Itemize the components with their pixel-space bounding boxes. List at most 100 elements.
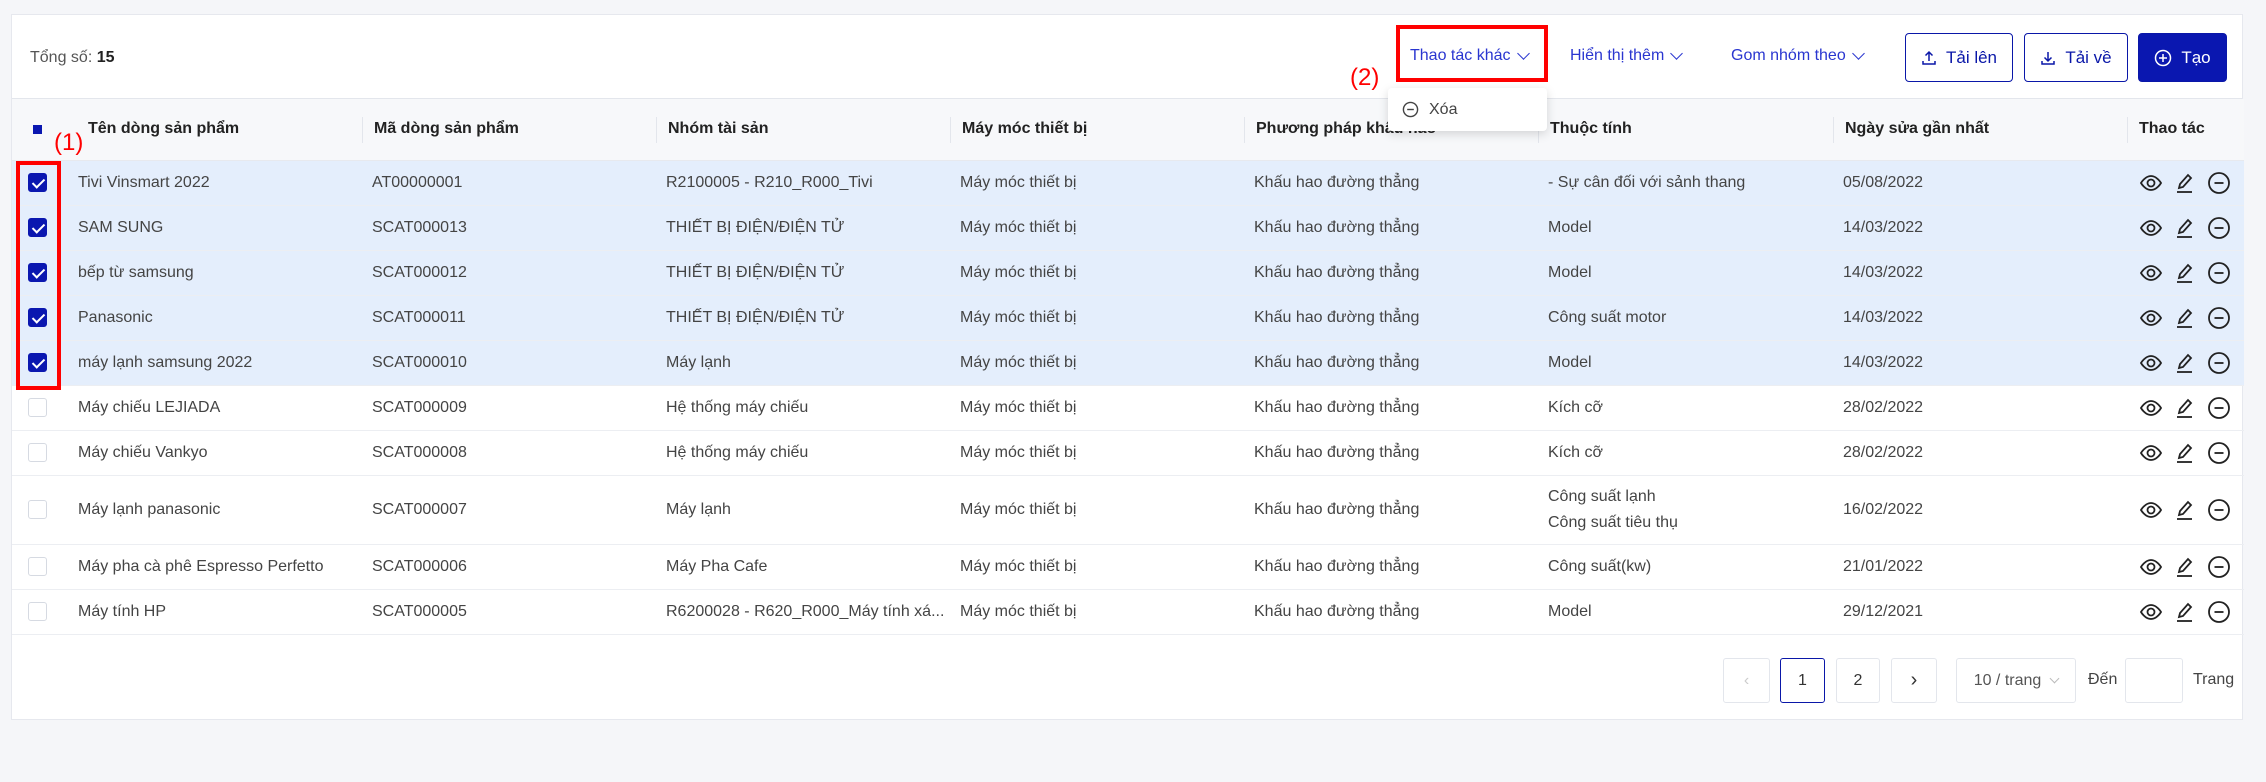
machine-type: Máy móc thiết bị <box>950 340 1244 386</box>
row-checkbox[interactable] <box>27 500 47 519</box>
modified-date: 14/03/2022 <box>1833 295 2127 341</box>
delete-icon[interactable] <box>2207 306 2231 330</box>
depreciation-method: Khấu hao đường thẳng <box>1244 589 1538 635</box>
show-more-dropdown[interactable]: Hiển thị thêm <box>1570 47 1684 65</box>
table-row[interactable]: Máy pha cà phê Espresso Perfetto SCAT0000… <box>12 544 2244 590</box>
goto-page-input[interactable] <box>2125 658 2183 703</box>
attributes: Công suất lạnh Công suất tiêu thụ <box>1538 475 1833 545</box>
delete-icon[interactable] <box>2207 600 2231 624</box>
modified-date: 14/03/2022 <box>1833 250 2127 296</box>
row-actions <box>2127 340 2244 386</box>
table-row[interactable]: Máy tính HP SCAT000005 R6200028 - R620_R00… <box>12 589 2244 635</box>
attribute-item: Công suất lạnh <box>1548 487 1656 505</box>
edit-icon[interactable] <box>2173 600 2197 624</box>
product-code: SCAT000013 <box>362 205 656 251</box>
group-by-dropdown[interactable]: Gom nhóm theo <box>1731 47 1865 65</box>
delete-icon[interactable] <box>2207 396 2231 420</box>
download-label: Tải về <box>2065 47 2112 67</box>
modified-date: 14/03/2022 <box>1833 340 2127 386</box>
eye-icon[interactable] <box>2139 261 2163 285</box>
prev-page-button[interactable]: ‹ <box>1723 658 1770 703</box>
row-actions <box>2127 475 2244 545</box>
product-code: SCAT000011 <box>362 295 656 341</box>
product-name: Máy pha cà phê Espresso Perfetto <box>62 544 362 590</box>
row-checkbox[interactable] <box>27 398 47 417</box>
next-page-button[interactable]: › <box>1891 658 1937 703</box>
table-row[interactable]: bếp từ samsung SCAT000012 THIẾT BỊ ĐIỆN/ĐI… <box>12 250 2244 296</box>
create-button[interactable]: Tạo <box>2138 33 2227 82</box>
page-size-select[interactable]: 10 / trang <box>1956 658 2076 703</box>
eye-icon[interactable] <box>2139 171 2163 195</box>
menu-item-delete[interactable]: Xóa <box>1429 101 1457 119</box>
delete-icon[interactable] <box>2207 171 2231 195</box>
annotation-box-1 <box>16 161 61 390</box>
total-value: 15 <box>96 49 115 66</box>
delete-icon[interactable] <box>2207 555 2231 579</box>
eye-icon[interactable] <box>2139 600 2163 624</box>
chevron-down-icon <box>1851 47 1865 60</box>
edit-icon[interactable] <box>2173 441 2197 465</box>
delete-icon[interactable] <box>2207 216 2231 240</box>
chevron-down-icon <box>1670 47 1684 60</box>
product-line-panel: Tổng số: 15 Thao tác khác Hiển thị thêm … <box>11 14 2244 720</box>
row-actions <box>2127 544 2244 590</box>
product-name: máy lạnh samsung 2022 <box>62 340 362 386</box>
edit-icon[interactable] <box>2173 306 2197 330</box>
eye-icon[interactable] <box>2139 306 2163 330</box>
product-code: AT00000001 <box>362 160 656 206</box>
attribute-item: Model <box>1548 218 1592 236</box>
table-row[interactable]: Máy chiếu LEJIADA SCAT000009 Hệ thống máy … <box>12 385 2244 431</box>
edit-icon[interactable] <box>2173 498 2197 522</box>
eye-icon[interactable] <box>2139 216 2163 240</box>
eye-icon[interactable] <box>2139 498 2163 522</box>
table-row[interactable]: Tivi Vinsmart 2022 AT00000001 R2100005 - R… <box>12 160 2244 206</box>
table-row[interactable]: máy lạnh samsung 2022 SCAT000010 Máy lạnh M… <box>12 340 2244 386</box>
modified-date: 05/08/2022 <box>1833 160 2127 206</box>
row-checkbox[interactable] <box>27 602 47 621</box>
edit-icon[interactable] <box>2173 216 2197 240</box>
delete-icon[interactable] <box>2207 261 2231 285</box>
machine-type: Máy móc thiết bị <box>950 475 1244 545</box>
row-select-cell <box>12 430 62 476</box>
table-row[interactable]: Máy lạnh panasonic SCAT000007 Máy lạnh Máy … <box>12 475 2244 545</box>
edit-icon[interactable] <box>2173 396 2197 420</box>
col-machine: Máy móc thiết bị <box>950 99 1244 161</box>
edit-icon[interactable] <box>2173 261 2197 285</box>
product-code: SCAT000012 <box>362 250 656 296</box>
depreciation-method: Khấu hao đường thẳng <box>1244 205 1538 251</box>
attributes: Model <box>1538 340 1833 386</box>
eye-icon[interactable] <box>2139 441 2163 465</box>
table-row[interactable]: Panasonic SCAT000011 THIẾT BỊ ĐIỆN/ĐIỆN TỬ… <box>12 295 2244 341</box>
delete-icon[interactable] <box>2207 441 2231 465</box>
delete-icon[interactable] <box>2207 498 2231 522</box>
edit-icon[interactable] <box>2173 555 2197 579</box>
table-row[interactable]: Máy chiếu Vankyo SCAT000008 Hệ thống máy c… <box>12 430 2244 476</box>
modified-date: 29/12/2021 <box>1833 589 2127 635</box>
eye-icon[interactable] <box>2139 555 2163 579</box>
product-name: Máy tính HP <box>62 589 362 635</box>
eye-icon[interactable] <box>2139 351 2163 375</box>
asset-group: Hệ thống máy chiếu <box>656 430 950 476</box>
machine-type: Máy móc thiết bị <box>950 589 1244 635</box>
group-by-label: Gom nhóm theo <box>1731 47 1846 64</box>
attribute-item: Model <box>1548 602 1592 620</box>
upload-button[interactable]: Tải lên <box>1905 33 2013 82</box>
download-button[interactable]: Tải về <box>2024 33 2128 82</box>
attributes: Công suất motor <box>1538 295 1833 341</box>
attributes: Công suất(kw) <box>1538 544 1833 590</box>
chevron-down-icon <box>2049 673 2060 683</box>
attribute-item: Kích cỡ <box>1548 443 1603 461</box>
edit-icon[interactable] <box>2173 351 2197 375</box>
eye-icon[interactable] <box>2139 396 2163 420</box>
row-checkbox[interactable] <box>27 557 47 576</box>
edit-icon[interactable] <box>2173 171 2197 195</box>
row-checkbox[interactable] <box>27 443 47 462</box>
table-row[interactable]: SAM SUNG SCAT000013 THIẾT BỊ ĐIỆN/ĐIỆN TỬ M… <box>12 205 2244 251</box>
attributes: Model <box>1538 250 1833 296</box>
col-code: Mã dòng sản phẩm <box>362 99 656 161</box>
machine-type: Máy móc thiết bị <box>950 160 1244 206</box>
delete-icon[interactable] <box>2207 351 2231 375</box>
select-all-checkbox[interactable] <box>28 120 47 139</box>
page-2-button[interactable]: 2 <box>1836 658 1880 703</box>
page-1-button[interactable]: 1 <box>1780 658 1825 703</box>
